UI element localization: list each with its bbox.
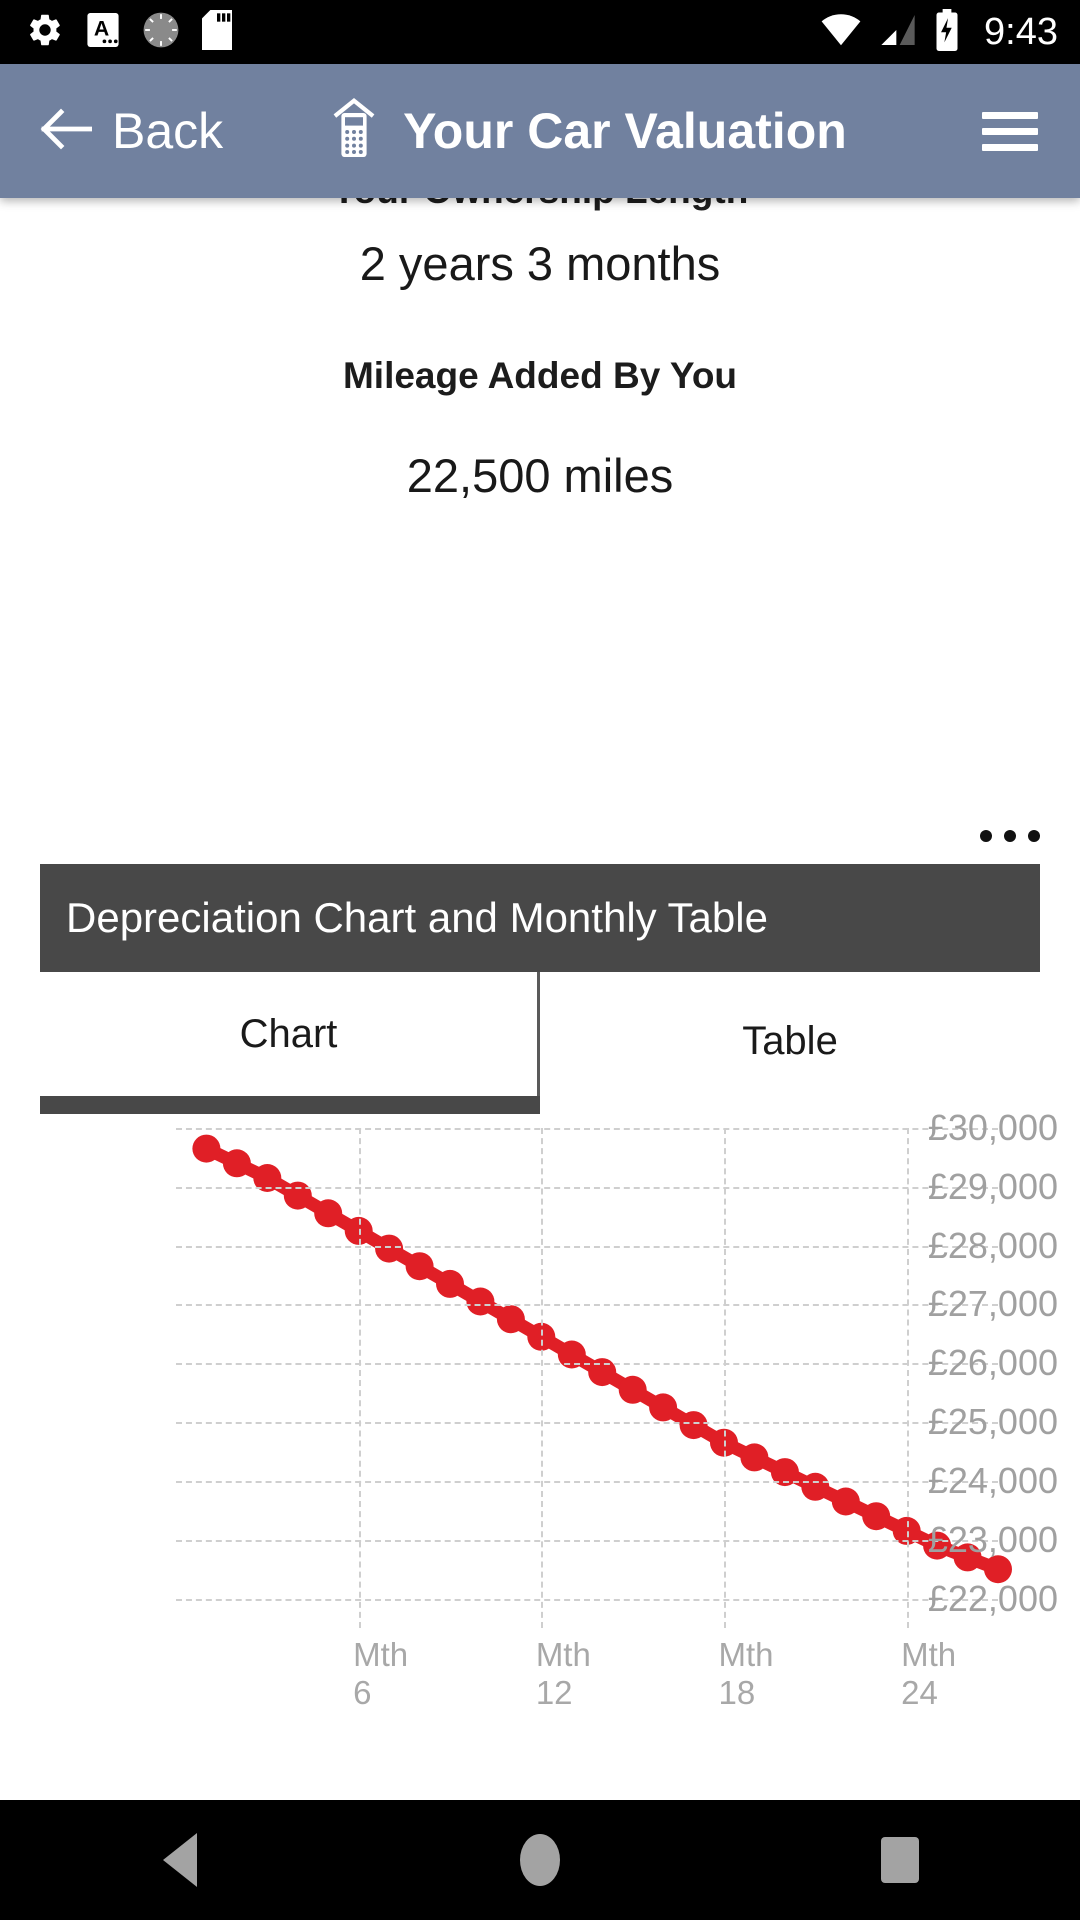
chart-data-point[interactable] [283, 1181, 312, 1210]
cellular-signal-icon [878, 13, 918, 52]
chart-gridline-horizontal [176, 1304, 998, 1307]
chart-data-point[interactable] [618, 1375, 647, 1404]
chart-data-point[interactable] [649, 1393, 678, 1422]
settings-gear-icon [26, 11, 64, 54]
chart-series-svg [192, 1134, 1012, 1584]
back-button-label: Back [112, 103, 224, 159]
chart-y-tick-label: £29,000 [927, 1165, 1058, 1207]
nav-home-icon [520, 1834, 560, 1886]
status-bar-left-icons: A [26, 9, 232, 55]
chart-gridline-vertical [358, 1128, 361, 1628]
chart-gridline-vertical [541, 1128, 544, 1628]
chart-data-point[interactable] [496, 1305, 525, 1334]
scroll-content[interactable]: Your Ownership Length 2 years 3 months M… [0, 198, 1080, 1800]
chart-data-point[interactable] [222, 1149, 251, 1178]
hamburger-menu-icon[interactable] [970, 93, 1050, 170]
chart-data-point[interactable] [740, 1443, 769, 1472]
tab-chart[interactable]: Chart [40, 972, 540, 1096]
chart-gridline-horizontal [176, 1480, 998, 1483]
chart-data-point[interactable] [679, 1411, 708, 1440]
chart-x-tick-label: Mth 12 [535, 1636, 591, 1711]
hamburger-line [982, 127, 1038, 135]
chart-data-point[interactable] [405, 1252, 434, 1281]
overflow-dot [1028, 830, 1040, 842]
chart-y-tick-label: £26,000 [927, 1342, 1058, 1384]
back-arrow-icon [40, 108, 93, 155]
keyboard-a-icon: A [86, 11, 120, 54]
app-header: Back Your Car Valuation [0, 64, 1080, 198]
chart-gridline-horizontal [176, 1363, 998, 1366]
chart-gridline-horizontal [176, 1245, 998, 1248]
chart-data-point[interactable] [192, 1134, 221, 1163]
chart-gridline-horizontal [176, 1422, 998, 1425]
chart-data-point[interactable] [375, 1234, 404, 1263]
card-title: Depreciation Chart and Monthly Table [66, 894, 768, 941]
overflow-menu-icon[interactable] [980, 825, 1040, 847]
chart-x-tick-label: Mth 24 [901, 1636, 957, 1711]
chart-gridline-horizontal [176, 1598, 998, 1601]
overflow-dot [980, 830, 992, 842]
header-title-group: Your Car Valuation [331, 97, 847, 165]
hamburger-line [982, 143, 1038, 151]
valuation-calculator-icon [331, 97, 377, 165]
battery-charging-icon [934, 8, 960, 56]
chart-y-tick-label: £24,000 [927, 1459, 1058, 1501]
loading-circle-icon [142, 11, 180, 54]
android-navigation-bar [0, 1800, 1080, 1920]
tab-active-indicator [40, 1096, 540, 1114]
card-header: Depreciation Chart and Monthly Table [40, 864, 1040, 972]
chart-data-point[interactable] [314, 1199, 343, 1228]
chart-gridline-horizontal [176, 1186, 998, 1189]
depreciation-card: Depreciation Chart and Monthly Table Cha… [0, 198, 1080, 1800]
depreciation-chart[interactable]: £30,000 £29,000 £28,000 £27,000 £26,000 £25,0… [0, 1107, 1080, 1711]
chart-data-point[interactable] [436, 1269, 464, 1298]
chart-gridline-vertical [906, 1128, 909, 1628]
chart-y-tick-label: £22,000 [927, 1577, 1058, 1619]
chart-y-tick-label: £30,000 [927, 1107, 1058, 1148]
nav-home-button[interactable] [440, 1800, 640, 1920]
chart-x-tick-label: Mth 6 [353, 1636, 409, 1711]
chart-y-tick-label: £25,000 [927, 1401, 1058, 1443]
nav-recents-button[interactable] [800, 1800, 1000, 1920]
back-button[interactable]: Back [40, 106, 223, 156]
sd-card-icon [202, 9, 232, 55]
chart-y-tick-label: £27,000 [927, 1283, 1058, 1325]
chart-x-tick-label: Mth 18 [718, 1636, 774, 1711]
chart-gridline-vertical [724, 1128, 726, 1628]
status-bar-clock: 9:43 [984, 11, 1058, 53]
nav-recents-icon [881, 1837, 919, 1883]
overflow-dot [1004, 830, 1016, 842]
chart-data-point[interactable] [862, 1502, 891, 1531]
svg-text:A: A [94, 16, 109, 40]
wifi-icon [820, 13, 862, 52]
tab-table[interactable]: Table [540, 972, 1040, 1096]
chart-gridline-horizontal [176, 1539, 998, 1542]
page-title: Your Car Valuation [403, 103, 847, 159]
hamburger-line [982, 111, 1038, 119]
chart-gridline-horizontal [176, 1128, 998, 1130]
card-tab-bar: Chart Table [40, 972, 1040, 1114]
nav-back-button[interactable] [80, 1800, 280, 1920]
chart-y-tick-label: £23,000 [927, 1518, 1058, 1560]
chart-y-tick-label: £28,000 [927, 1224, 1058, 1266]
chart-data-point[interactable] [801, 1472, 830, 1501]
chart-data-point[interactable] [831, 1487, 860, 1516]
chart-data-point[interactable] [466, 1287, 495, 1316]
nav-back-icon [163, 1833, 197, 1887]
status-bar-right-icons: 9:43 [820, 8, 1058, 56]
status-bar: A 9:43 [0, 0, 1080, 64]
